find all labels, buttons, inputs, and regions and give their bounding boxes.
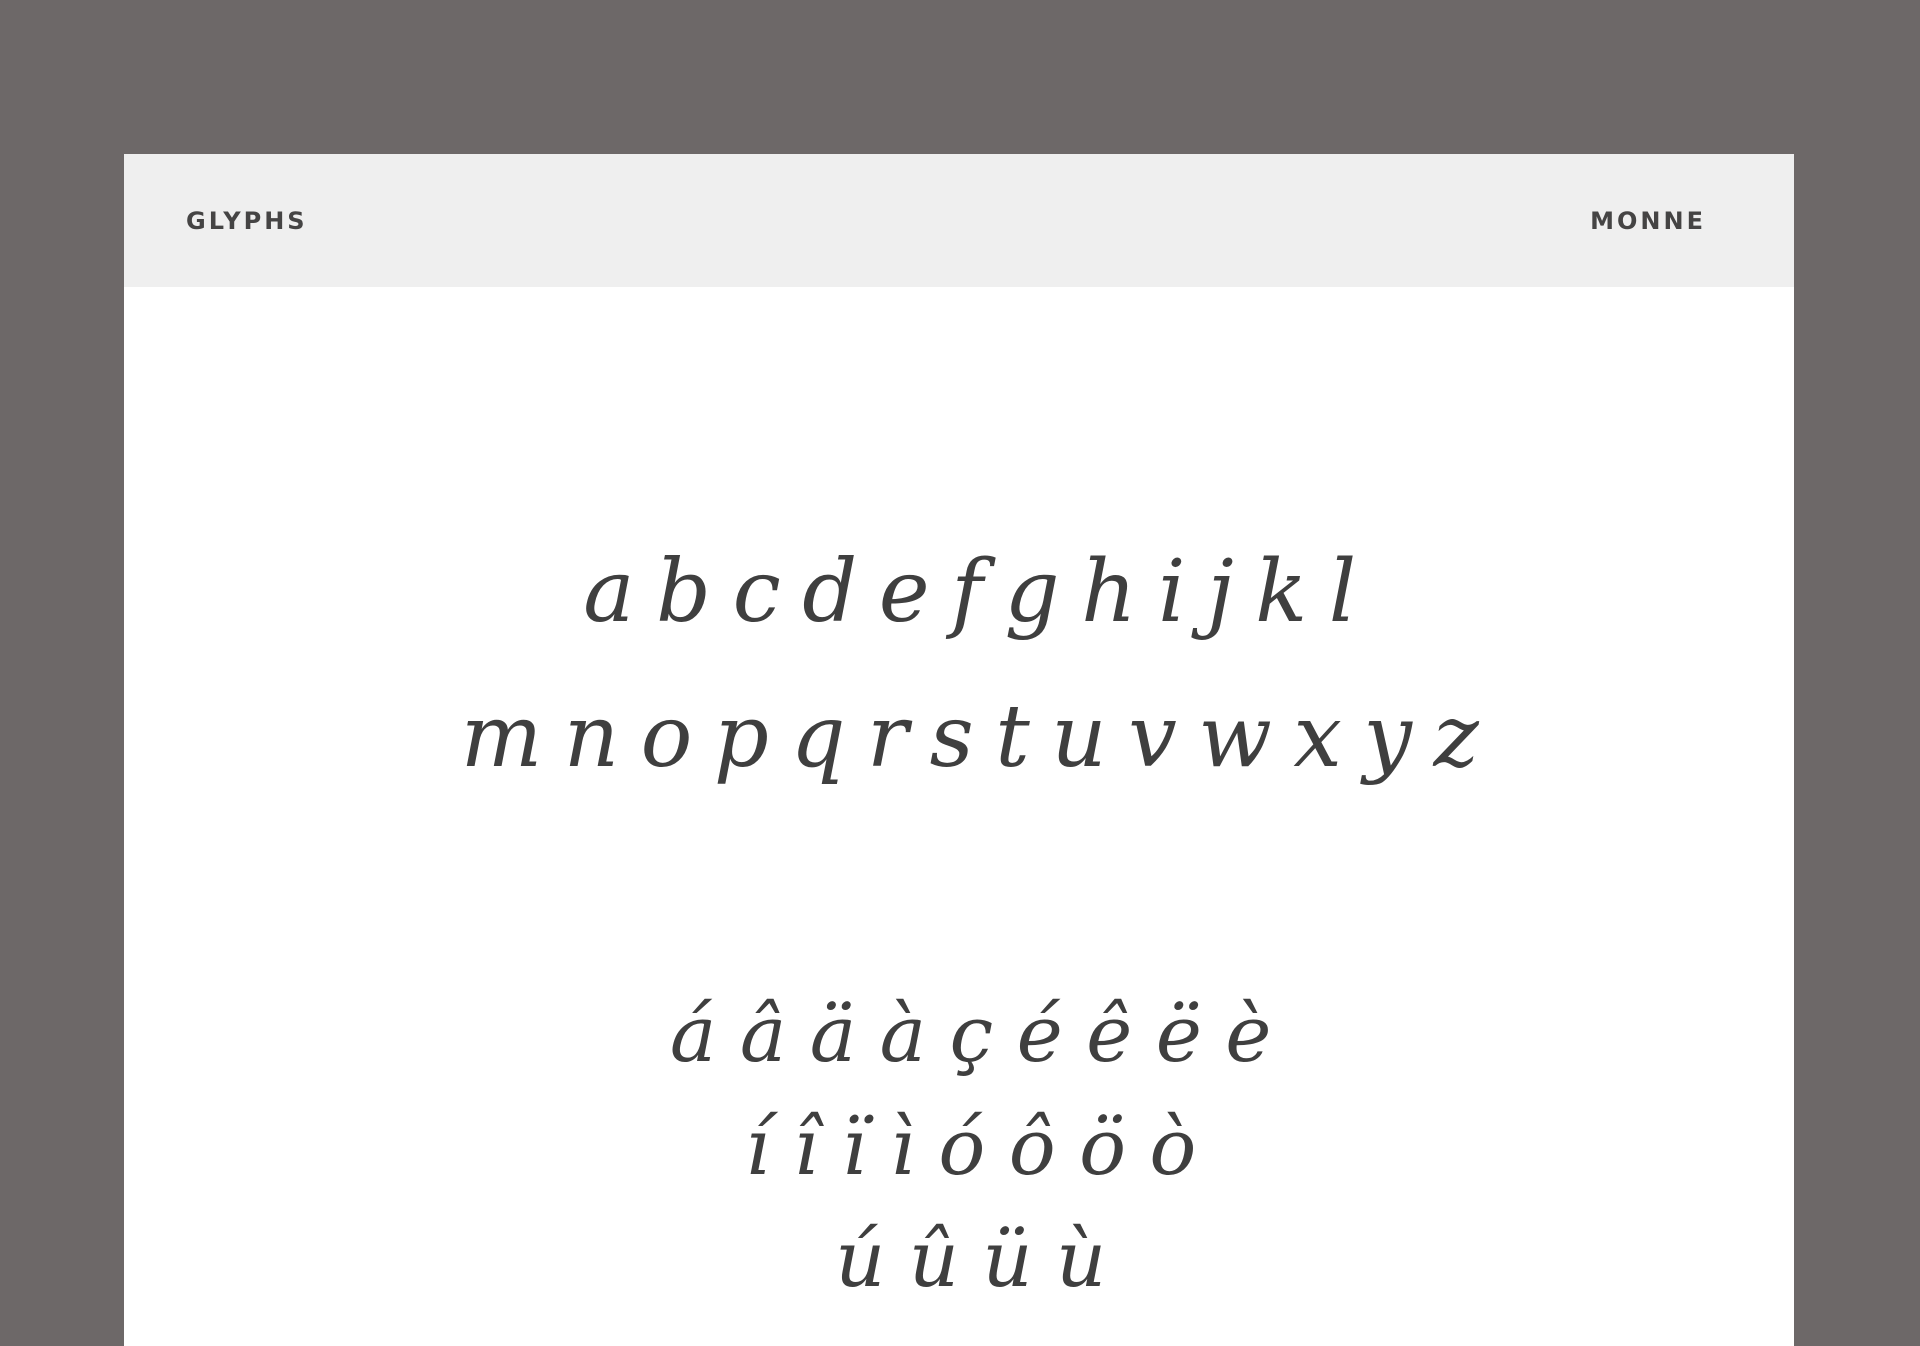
font-name: MONNE <box>1590 206 1706 235</box>
lowercase-glyphs-row-2: mnopqrstuvwxyz <box>460 687 1501 787</box>
section-title: GLYPHS <box>186 206 308 235</box>
specimen-header: GLYPHS MONNE <box>124 154 1794 287</box>
lowercase-glyphs-row-1: abcdefghijkl <box>583 542 1378 642</box>
glyph-specimen-sheet: GLYPHS MONNE abcdefghijkl mnopqrstuvwxyz… <box>124 154 1794 1346</box>
accented-glyphs-row-3: úûüù <box>835 1215 1130 1305</box>
accented-glyphs-row-2: íîïìóôöò <box>744 1103 1220 1193</box>
accented-glyphs-row-1: áâäàçéêëè <box>669 990 1295 1080</box>
